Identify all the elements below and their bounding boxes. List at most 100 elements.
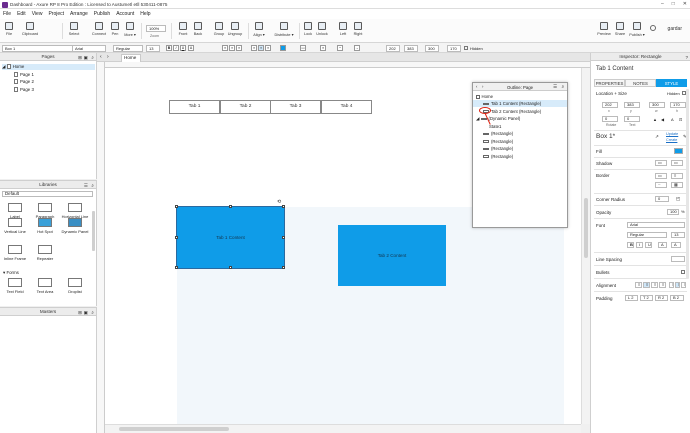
resize-handle[interactable] — [175, 236, 178, 239]
align-center-text-icon[interactable]: ≡ — [229, 45, 235, 51]
create-link[interactable]: Create — [666, 138, 677, 142]
help-icon[interactable]: ? — [685, 54, 688, 61]
valign-bottom-icon[interactable]: ≡ — [265, 45, 271, 51]
distribute-button[interactable]: Distribute ▾ — [273, 22, 295, 37]
menu-publish[interactable]: Publish — [91, 9, 113, 19]
canvas-tab-4[interactable]: Tab 4 — [321, 100, 372, 114]
align-left-icon[interactable]: ≡ — [635, 282, 642, 288]
resize-handle[interactable] — [229, 266, 232, 269]
opacity-field[interactable]: 100 — [667, 209, 679, 215]
outline-row-page[interactable]: Home — [473, 93, 567, 100]
hidden-checkbox[interactable] — [464, 46, 468, 50]
corner-options-icon[interactable]: ◰ — [676, 196, 680, 202]
italic-button[interactable]: I — [636, 242, 643, 248]
align-button[interactable]: Align ▾ — [250, 22, 268, 37]
flip-horizontal-icon[interactable]: ◀ — [661, 117, 664, 122]
zoom-select[interactable]: 100% — [146, 25, 166, 32]
fill-color-icon[interactable] — [280, 45, 286, 51]
lib-item-hot-spot[interactable]: Hot Spot — [30, 218, 60, 234]
outer-shadow-button[interactable]: ▭ — [655, 160, 667, 166]
valign-top-icon[interactable]: ≡ — [251, 45, 257, 51]
menu-icon[interactable]: ☰ — [84, 182, 88, 189]
more-button[interactable]: More ▾ — [121, 22, 139, 37]
close-icon[interactable]: ✕ — [683, 1, 687, 7]
file-button[interactable]: File — [0, 22, 18, 36]
valign-top-icon[interactable]: ≡ — [669, 282, 674, 288]
manage-styles-icon[interactable]: ↗ — [655, 134, 659, 140]
lib-item-vertical-line[interactable]: Vertical Line — [0, 218, 30, 234]
align-right-text-icon[interactable]: ≡ — [236, 45, 242, 51]
clipboard-button[interactable]: Clipboard — [20, 22, 40, 36]
tab-properties[interactable]: PROPERTIES — [594, 79, 625, 87]
lib-item-paragraph[interactable]: Paragraph — [30, 203, 60, 219]
w-field[interactable]: 300 — [425, 44, 439, 52]
scroll-thumb[interactable] — [584, 198, 588, 258]
arrow-style-icon[interactable]: → — [354, 45, 360, 51]
tab-notes[interactable]: NOTES — [625, 79, 656, 87]
lib-item-droplist[interactable]: Droplist — [60, 278, 90, 294]
outline-row-rectangle[interactable]: (Rectangle) — [473, 153, 567, 160]
canvas-tab-2[interactable]: Tab 2 — [220, 100, 271, 114]
search-icon[interactable]: ⌕ — [91, 309, 94, 316]
ungroup-button[interactable]: Ungroup — [226, 22, 244, 36]
text-color-button[interactable]: A — [188, 45, 194, 51]
widget-name[interactable]: Tab 1 Content — [596, 66, 633, 72]
expand-arrow-icon[interactable]: ◢ — [2, 64, 5, 69]
lib-item-dynamic-panel[interactable]: Dynamic Panel — [60, 218, 90, 234]
lib-item-repeater[interactable]: Repeater — [30, 245, 60, 261]
resize-handle[interactable] — [282, 236, 285, 239]
inspector-h-field[interactable]: 170 — [670, 102, 686, 108]
menu-arrange[interactable]: Arrange — [67, 9, 91, 19]
italic-button[interactable]: I — [173, 45, 179, 51]
border-visibility-button[interactable]: ▦ — [671, 182, 683, 188]
chevron-right-icon[interactable]: › — [107, 54, 109, 60]
h-field[interactable]: 170 — [447, 44, 461, 52]
font-family-select[interactable]: Arial — [72, 44, 106, 52]
border-style-button[interactable]: ┄ — [655, 182, 667, 188]
update-link[interactable]: Update — [666, 132, 678, 136]
bullets-checkbox[interactable] — [681, 270, 685, 274]
back-button[interactable]: Back — [189, 22, 207, 36]
flip-vertical-icon[interactable]: ▲ — [653, 117, 657, 122]
justify-icon[interactable]: ≡ — [659, 282, 666, 288]
border-color-icon[interactable]: ▭ — [300, 45, 306, 51]
outline-row-state1[interactable]: State1 — [473, 123, 567, 130]
padding-bottom-field[interactable]: B 2 — [670, 295, 684, 301]
tab-2-content-rectangle[interactable]: Tab 2 Content — [338, 225, 446, 286]
padding-left-field[interactable]: L 2 — [625, 295, 638, 301]
align-right-icon[interactable]: ≡ — [651, 282, 658, 288]
page-item-page-1[interactable]: Page 1 — [14, 72, 34, 77]
tab-style[interactable]: STYLE — [656, 79, 687, 87]
scroll-thumb[interactable] — [119, 427, 229, 431]
lib-item-text-field[interactable]: Text Field — [0, 278, 30, 294]
underline-button[interactable]: U — [645, 242, 652, 248]
align-left-text-icon[interactable]: ≡ — [222, 45, 228, 51]
valign-middle-icon[interactable]: ≡ — [675, 282, 680, 288]
search-icon[interactable]: ⌕ — [562, 84, 564, 89]
bold-button[interactable]: B — [166, 45, 172, 51]
padding-right-field[interactable]: R 2 — [655, 295, 668, 301]
y-field[interactable]: 383 — [404, 44, 418, 52]
padding-top-field[interactable]: T 2 — [640, 295, 653, 301]
canvas-tab-3[interactable]: Tab 3 — [270, 100, 321, 114]
lib-item-text-area[interactable]: Text Area — [30, 278, 60, 294]
border-width-button[interactable]: ≡ — [671, 173, 683, 179]
search-icon[interactable]: ⌕ — [91, 54, 94, 61]
font-size-select[interactable]: 13 — [671, 232, 685, 238]
lib-item-horizontal-line[interactable]: Horizontal Line — [60, 203, 90, 219]
canvas-tab-1[interactable]: Tab 1 — [169, 100, 220, 114]
menu-edit[interactable]: Edit — [14, 9, 29, 19]
border-color-button[interactable]: ▭ — [655, 173, 667, 179]
menu-account[interactable]: Account — [113, 9, 137, 19]
inspector-y-field[interactable]: 383 — [624, 102, 640, 108]
inner-shadow-button[interactable]: ▭ — [671, 160, 683, 166]
menu-file[interactable]: File — [0, 9, 14, 19]
menu-help[interactable]: Help — [137, 9, 153, 19]
inspector-w-field[interactable]: 300 — [649, 102, 665, 108]
rotate-handle-icon[interactable]: ⟲ — [277, 199, 281, 205]
tab-1-content-rectangle[interactable]: Tab 1 Content — [176, 206, 285, 269]
outline-row-rectangle[interactable]: (Rectangle) — [473, 130, 567, 137]
inspector-x-field[interactable]: 202 — [602, 102, 618, 108]
font-weight-select[interactable]: Regular — [113, 44, 143, 52]
text-shadow-button[interactable]: A — [671, 242, 681, 248]
